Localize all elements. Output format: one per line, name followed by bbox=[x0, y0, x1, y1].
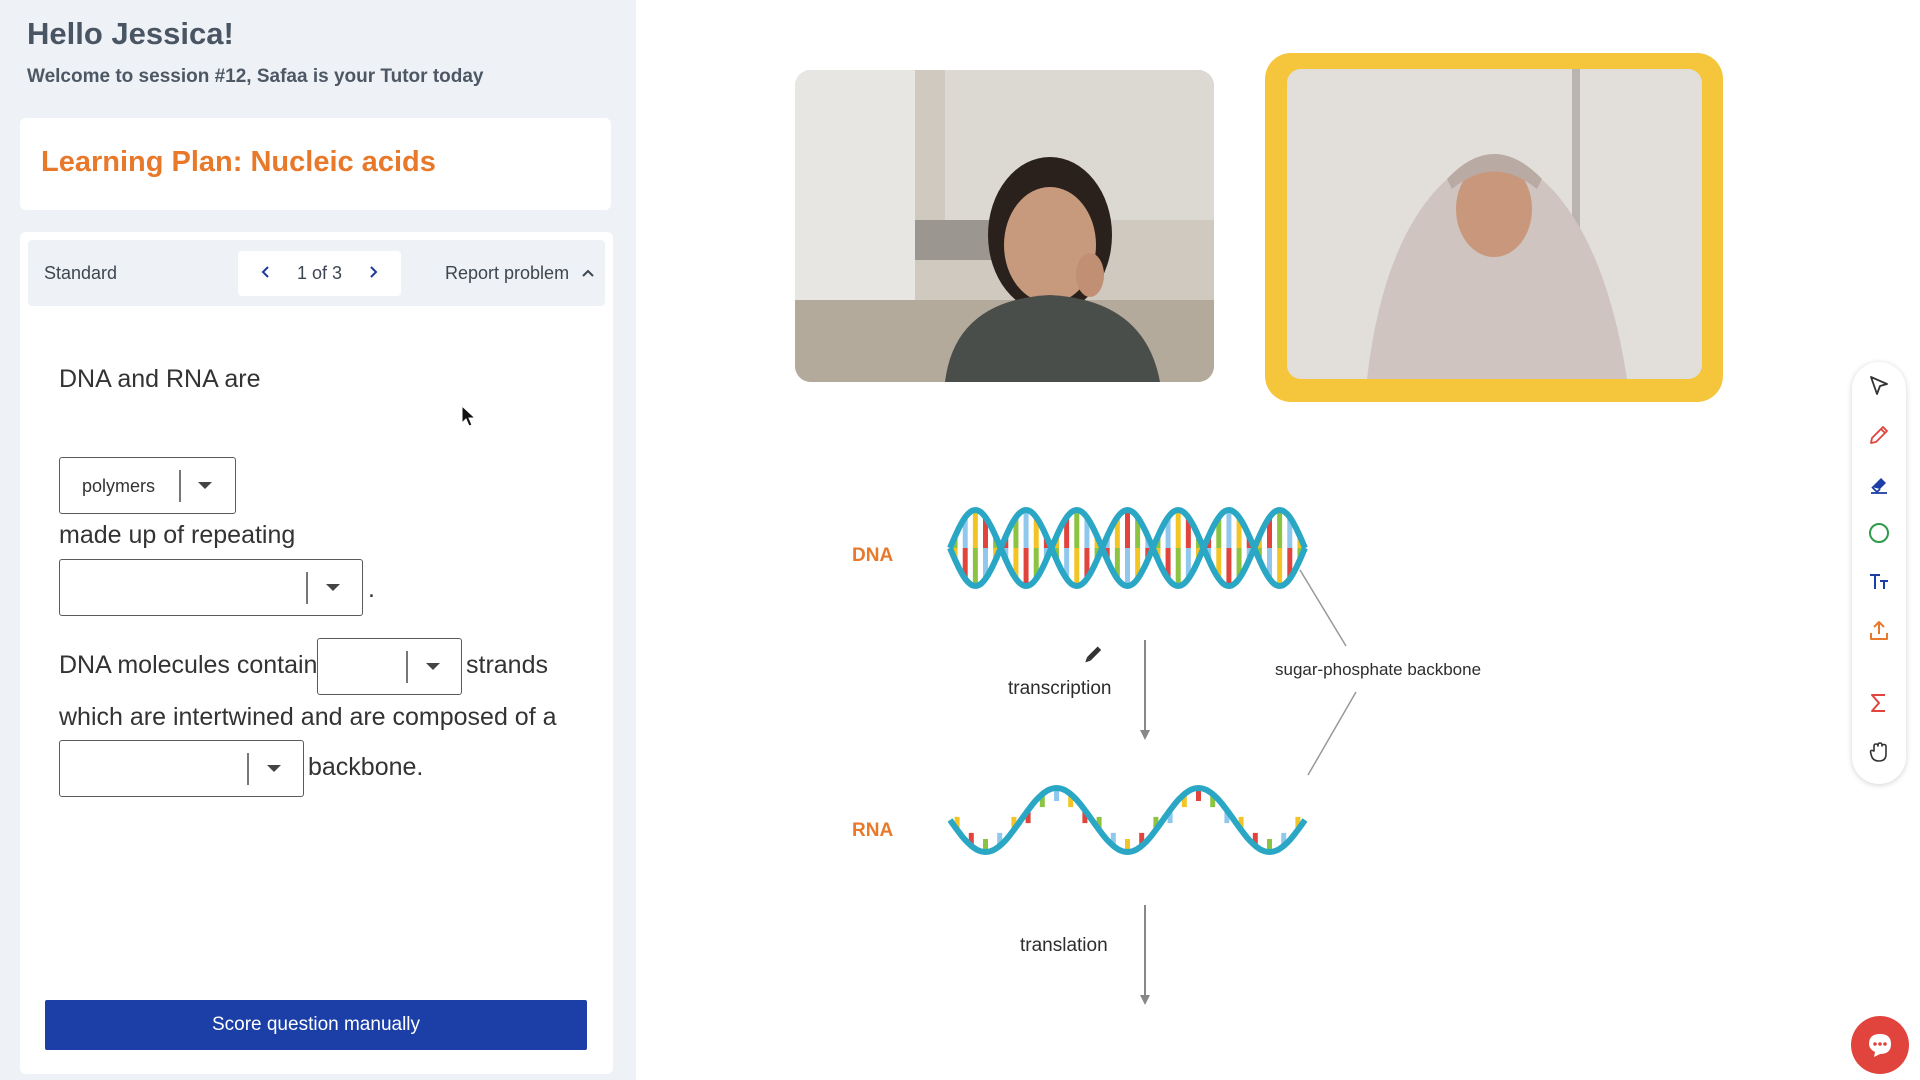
student-video-feed bbox=[795, 70, 1214, 382]
dna-helix bbox=[947, 506, 1308, 590]
tutor-video-feed bbox=[1287, 69, 1702, 379]
question-line-3b: strands bbox=[466, 651, 548, 679]
period: . bbox=[368, 575, 375, 603]
standard-label: Standard bbox=[44, 263, 118, 283]
prev-question-button[interactable] bbox=[256, 264, 276, 284]
whiteboard-toolbar bbox=[1852, 362, 1906, 784]
question-header: Standard 1 of 3 Report problem bbox=[28, 240, 605, 306]
dna-label: DNA bbox=[852, 545, 894, 566]
pencil-annotation-icon bbox=[1085, 646, 1102, 663]
question-line-5: backbone. bbox=[308, 753, 424, 781]
caret-down-icon bbox=[198, 482, 212, 489]
eraser-tool[interactable] bbox=[1864, 469, 1894, 499]
dropdown-divider bbox=[306, 572, 308, 604]
question-card: Standard 1 of 3 Report problem DNA and R… bbox=[20, 232, 613, 1074]
translation-label: translation bbox=[1020, 935, 1108, 956]
dropdown-polymers[interactable]: polymers bbox=[59, 457, 236, 514]
backbone-label: sugar-phosphate backbone bbox=[1275, 660, 1482, 679]
dropdown-1-value: polymers bbox=[82, 476, 156, 496]
question-line-3: DNA molecules contain bbox=[59, 651, 318, 679]
rna-label: RNA bbox=[852, 820, 894, 841]
circle-icon bbox=[1869, 523, 1889, 543]
question-line-2: made up of repeating bbox=[59, 521, 296, 549]
backbone-pointer-bottom bbox=[1307, 691, 1357, 776]
score-question-manually-button[interactable]: Score question manually bbox=[45, 1000, 587, 1050]
welcome-text: Welcome to session #12, Safaa is your Tu… bbox=[27, 66, 484, 87]
mouse-cursor-icon bbox=[461, 405, 477, 427]
question-line-4: which are intertwined and are composed o… bbox=[59, 703, 557, 731]
hand-icon bbox=[1869, 742, 1887, 762]
pencil-icon bbox=[1870, 426, 1888, 444]
tutor-video bbox=[1287, 69, 1702, 379]
chevron-right-icon bbox=[370, 265, 378, 278]
next-question-button[interactable] bbox=[363, 264, 383, 284]
math-tool[interactable] bbox=[1864, 688, 1894, 718]
select-icon bbox=[1870, 376, 1888, 395]
chat-bubble-icon bbox=[1869, 1034, 1891, 1057]
dropdown-repeating-units[interactable] bbox=[59, 559, 363, 616]
dropdown-divider bbox=[179, 470, 181, 502]
pencil-tool[interactable] bbox=[1864, 420, 1894, 450]
dna-rna-diagram: DNA RNA transcription translation sugar-… bbox=[820, 470, 1520, 1020]
select-tool[interactable] bbox=[1864, 371, 1894, 401]
upload-icon bbox=[1870, 621, 1888, 640]
student-video bbox=[795, 70, 1214, 382]
transcription-label: transcription bbox=[1008, 678, 1112, 699]
learning-plan-card: Learning Plan: Nucleic acids bbox=[20, 118, 611, 210]
left-panel: Hello Jessica! Welcome to session #12, S… bbox=[0, 0, 636, 1080]
chevron-left-icon bbox=[261, 265, 269, 278]
upload-tool[interactable] bbox=[1864, 616, 1894, 646]
dropdown-divider bbox=[247, 753, 249, 785]
caret-down-icon bbox=[426, 663, 440, 670]
backbone-pointer-top bbox=[1299, 569, 1347, 647]
chat-button[interactable] bbox=[1851, 1016, 1909, 1074]
caret-down-icon bbox=[267, 765, 281, 772]
dropdown-strand-count[interactable] bbox=[317, 638, 462, 695]
report-problem-label: Report problem bbox=[445, 263, 570, 283]
text-icon bbox=[1870, 574, 1888, 589]
pan-tool[interactable] bbox=[1864, 737, 1894, 767]
pager-text: 1 of 3 bbox=[296, 263, 343, 283]
dropdown-backbone-type[interactable] bbox=[59, 740, 304, 797]
rna-helix bbox=[947, 784, 1308, 856]
text-tool[interactable] bbox=[1864, 567, 1894, 597]
caret-down-icon bbox=[326, 584, 340, 591]
report-problem-button[interactable]: Report problem bbox=[445, 263, 594, 284]
diagram-graphic bbox=[947, 506, 1357, 1005]
shape-tool[interactable] bbox=[1864, 518, 1894, 548]
question-pager: 1 of 3 bbox=[238, 251, 401, 296]
chevron-up-icon bbox=[582, 266, 594, 280]
question-line-1: DNA and RNA are bbox=[59, 365, 261, 393]
sigma-icon bbox=[1871, 694, 1885, 712]
dropdown-divider bbox=[406, 651, 408, 683]
eraser-icon bbox=[1871, 478, 1887, 494]
learning-plan-title: Learning Plan: Nucleic acids bbox=[41, 146, 436, 178]
greeting-heading: Hello Jessica! bbox=[27, 16, 234, 51]
